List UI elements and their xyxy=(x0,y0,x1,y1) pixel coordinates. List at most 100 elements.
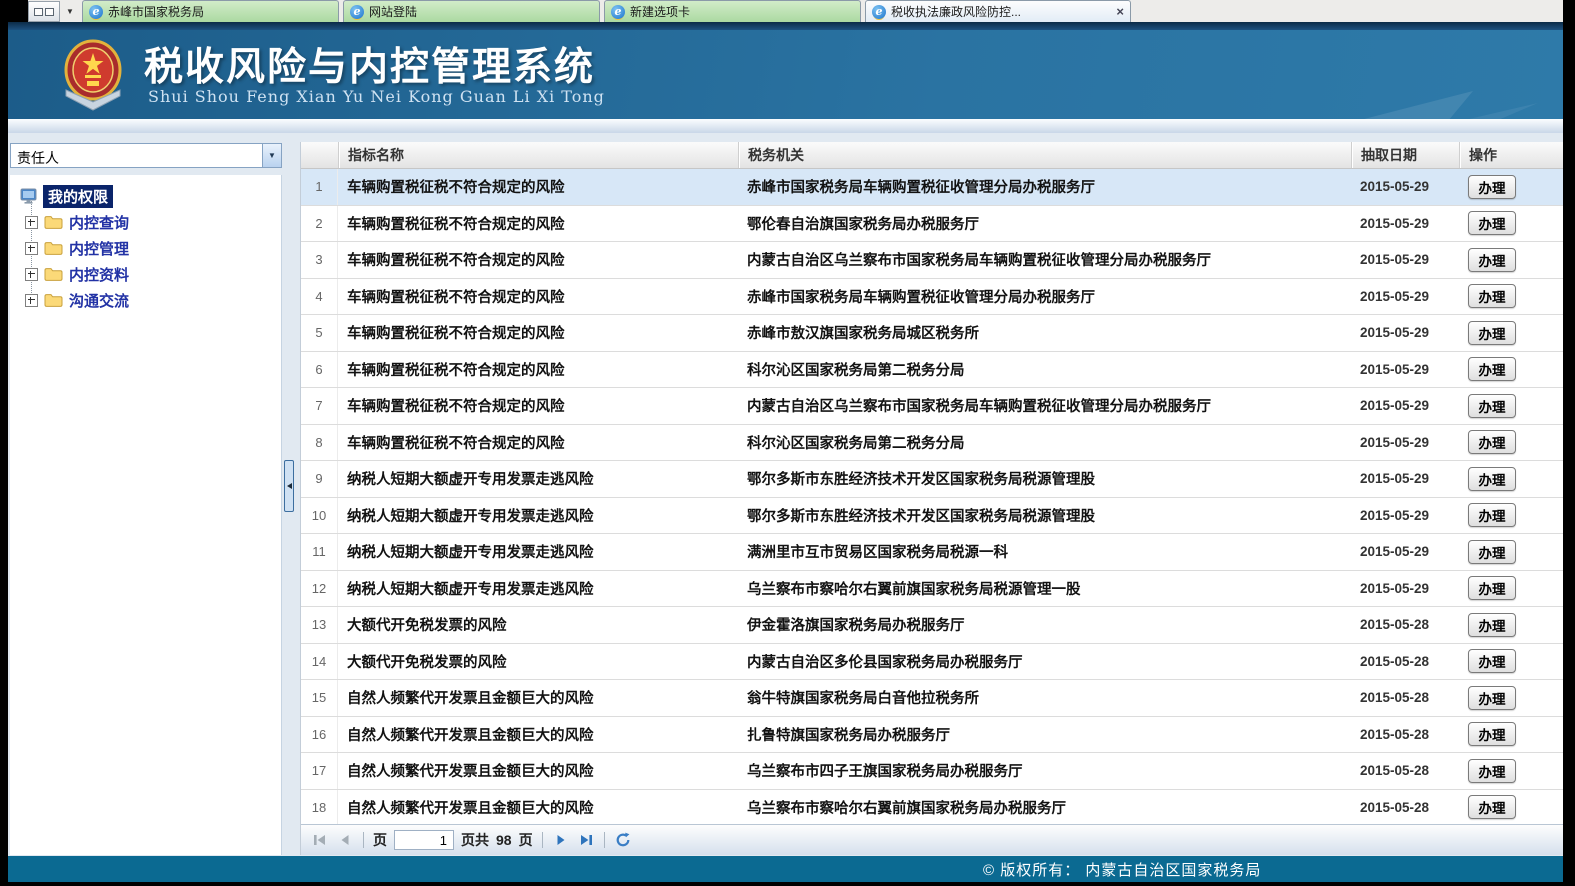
column-header-indicator[interactable]: 指标名称 xyxy=(338,142,738,168)
browser-tab[interactable]: e 新建选项卡 xyxy=(604,0,861,22)
column-header-authority[interactable]: 税务机关 xyxy=(738,142,1351,168)
tree-expand-icon[interactable] xyxy=(25,242,38,255)
refresh-icon[interactable] xyxy=(614,831,632,849)
table-row[interactable]: 4 车辆购置税征税不符合规定的风险 赤峰市国家税务局车辆购置税征收管理分局办税服… xyxy=(301,279,1563,316)
table-row[interactable]: 5 车辆购置税征税不符合规定的风险 赤峰市敖汉旗国家税务局城区税务所 2015-… xyxy=(301,315,1563,352)
handle-button[interactable]: 办理 xyxy=(1468,759,1516,783)
tax-emblem-logo xyxy=(60,36,126,116)
previous-page-button[interactable] xyxy=(336,831,354,849)
action-cell: 办理 xyxy=(1459,795,1563,819)
action-cell: 办理 xyxy=(1459,722,1563,746)
column-header-rownum[interactable] xyxy=(301,142,338,168)
handle-button[interactable]: 办理 xyxy=(1468,576,1516,600)
row-number: 1 xyxy=(301,169,338,205)
browser-tab-bar: ▼ e 赤峰市国家税务局 e 网站登陆 e 新建选项卡 e 税收执法廉政风 xyxy=(28,0,1563,22)
table-row[interactable]: 11 纳税人短期大额虚开专用发票走逃风险 满洲里市互市贸易区国家税务局税源一科 … xyxy=(301,534,1563,571)
action-cell: 办理 xyxy=(1459,394,1563,418)
handle-button[interactable]: 办理 xyxy=(1468,795,1516,819)
column-header-date[interactable]: 抽取日期 xyxy=(1351,142,1459,168)
handle-button[interactable]: 办理 xyxy=(1468,321,1516,345)
tree-folder-item[interactable]: 沟通交流 xyxy=(18,287,281,313)
extract-date-cell: 2015-05-28 xyxy=(1351,654,1459,669)
indicator-name-cell: 车辆购置税征税不符合规定的风险 xyxy=(338,286,738,307)
handle-button[interactable]: 办理 xyxy=(1468,540,1516,564)
extract-date-cell: 2015-05-28 xyxy=(1351,727,1459,742)
main-content: 责任人 ▼ 我的权限 xyxy=(8,133,1563,856)
handle-button[interactable]: 办理 xyxy=(1468,357,1516,381)
handle-button[interactable]: 办理 xyxy=(1468,175,1516,199)
extract-date-cell: 2015-05-29 xyxy=(1351,252,1459,267)
extract-date-cell: 2015-05-29 xyxy=(1351,508,1459,523)
next-page-button[interactable] xyxy=(552,831,570,849)
first-page-button[interactable] xyxy=(311,831,329,849)
extract-date-cell: 2015-05-29 xyxy=(1351,581,1459,596)
handle-button[interactable]: 办理 xyxy=(1468,722,1516,746)
handle-button[interactable]: 办理 xyxy=(1468,430,1516,454)
table-row[interactable]: 9 纳税人短期大额虚开专用发票走逃风险 鄂尔多斯市东胜经济技术开发区国家税务局税… xyxy=(301,461,1563,498)
tree-folder-item[interactable]: 内控资料 xyxy=(18,261,281,287)
handle-button[interactable]: 办理 xyxy=(1468,649,1516,673)
table-row[interactable]: 3 车辆购置税征税不符合规定的风险 内蒙古自治区乌兰察布市国家税务局车辆购置税征… xyxy=(301,242,1563,279)
responsible-person-dropdown[interactable]: 责任人 ▼ xyxy=(10,143,282,168)
row-number: 8 xyxy=(301,425,338,461)
handle-button[interactable]: 办理 xyxy=(1468,211,1516,235)
quick-tabs-button[interactable] xyxy=(28,1,60,22)
indicator-name-cell: 纳税人短期大额虚开专用发票走逃风险 xyxy=(338,505,738,526)
browser-tab[interactable]: e 税收执法廉政风险防控... × xyxy=(865,0,1131,22)
banner-swoosh-decoration xyxy=(1313,75,1543,119)
handle-button[interactable]: 办理 xyxy=(1468,503,1516,527)
tax-authority-cell: 扎鲁特旗国家税务局办税服务厅 xyxy=(738,724,1351,745)
browser-tab[interactable]: e 赤峰市国家税务局 xyxy=(82,0,339,22)
tax-authority-cell: 科尔沁区国家税务局第二税务分局 xyxy=(738,432,1351,453)
row-number: 15 xyxy=(301,680,338,716)
last-page-button[interactable] xyxy=(577,831,595,849)
handle-button[interactable]: 办理 xyxy=(1468,284,1516,308)
handle-button[interactable]: 办理 xyxy=(1468,613,1516,637)
tree-folder-item[interactable]: 内控查询 xyxy=(18,209,281,235)
tab-list-dropdown-button[interactable]: ▼ xyxy=(62,0,78,22)
table-row[interactable]: 10 纳税人短期大额虚开专用发票走逃风险 鄂尔多斯市东胜经济技术开发区国家税务局… xyxy=(301,498,1563,535)
tab-close-icon[interactable]: × xyxy=(1116,5,1124,18)
handle-button[interactable]: 办理 xyxy=(1468,467,1516,491)
extract-date-cell: 2015-05-29 xyxy=(1351,435,1459,450)
table-row[interactable]: 8 车辆购置税征税不符合规定的风险 科尔沁区国家税务局第二税务分局 2015-0… xyxy=(301,425,1563,462)
table-row[interactable]: 15 自然人频繁代开发票且金额巨大的风险 翁牛特旗国家税务局白音他拉税务所 20… xyxy=(301,680,1563,717)
table-row[interactable]: 18 自然人频繁代开发票且金额巨大的风险 乌兰察布市察哈尔右翼前旗国家税务局办税… xyxy=(301,790,1563,825)
tree-expand-icon[interactable] xyxy=(25,294,38,307)
tree-root-my-permissions[interactable]: 我的权限 xyxy=(18,183,281,209)
action-cell: 办理 xyxy=(1459,576,1563,600)
extract-date-cell: 2015-05-29 xyxy=(1351,216,1459,231)
pager-separator xyxy=(363,832,364,848)
extract-date-cell: 2015-05-28 xyxy=(1351,690,1459,705)
handle-button[interactable]: 办理 xyxy=(1468,248,1516,272)
tree-expand-icon[interactable] xyxy=(25,216,38,229)
table-row[interactable]: 2 车辆购置税征税不符合规定的风险 鄂伦春自治旗国家税务局办税服务厅 2015-… xyxy=(301,206,1563,243)
row-number: 10 xyxy=(301,498,338,534)
browser-tab[interactable]: e 网站登陆 xyxy=(343,0,600,22)
handle-button[interactable]: 办理 xyxy=(1468,686,1516,710)
table-row[interactable]: 7 车辆购置税征税不符合规定的风险 内蒙古自治区乌兰察布市国家税务局车辆购置税征… xyxy=(301,388,1563,425)
tax-authority-cell: 鄂尔多斯市东胜经济技术开发区国家税务局税源管理股 xyxy=(738,505,1351,526)
tree-item-label: 内控资料 xyxy=(69,264,129,285)
tree-expand-icon[interactable] xyxy=(25,268,38,281)
row-number: 18 xyxy=(301,790,338,825)
table-row[interactable]: 1 车辆购置税征税不符合规定的风险 赤峰市国家税务局车辆购置税征收管理分局办税服… xyxy=(301,169,1563,206)
computer-icon xyxy=(20,187,38,205)
ie-browser-icon: e xyxy=(611,5,625,19)
row-number: 3 xyxy=(301,242,338,278)
page-number-input[interactable] xyxy=(394,830,454,850)
table-row[interactable]: 16 自然人频繁代开发票且金额巨大的风险 扎鲁特旗国家税务局办税服务厅 2015… xyxy=(301,717,1563,754)
column-header-action[interactable]: 操作 xyxy=(1459,142,1563,168)
table-row[interactable]: 14 大额代开免税发票的风险 内蒙古自治区多伦县国家税务局办税服务厅 2015-… xyxy=(301,644,1563,681)
grid-body: 1 车辆购置税征税不符合规定的风险 赤峰市国家税务局车辆购置税征收管理分局办税服… xyxy=(301,169,1563,824)
table-row[interactable]: 17 自然人频繁代开发票且金额巨大的风险 乌兰察布市四子王旗国家税务局办税服务厅… xyxy=(301,753,1563,790)
table-row[interactable]: 13 大额代开免税发票的风险 伊金霍洛旗国家税务局办税服务厅 2015-05-2… xyxy=(301,607,1563,644)
tax-authority-cell: 赤峰市国家税务局车辆购置税征收管理分局办税服务厅 xyxy=(738,286,1351,307)
tree-folder-item[interactable]: 内控管理 xyxy=(18,235,281,261)
row-number: 14 xyxy=(301,644,338,680)
sidebar-collapse-handle[interactable] xyxy=(284,460,294,512)
chevron-down-icon[interactable]: ▼ xyxy=(262,144,281,167)
table-row[interactable]: 6 车辆购置税征税不符合规定的风险 科尔沁区国家税务局第二税务分局 2015-0… xyxy=(301,352,1563,389)
table-row[interactable]: 12 纳税人短期大额虚开专用发票走逃风险 乌兰察布市察哈尔右翼前旗国家税务局税源… xyxy=(301,571,1563,608)
handle-button[interactable]: 办理 xyxy=(1468,394,1516,418)
